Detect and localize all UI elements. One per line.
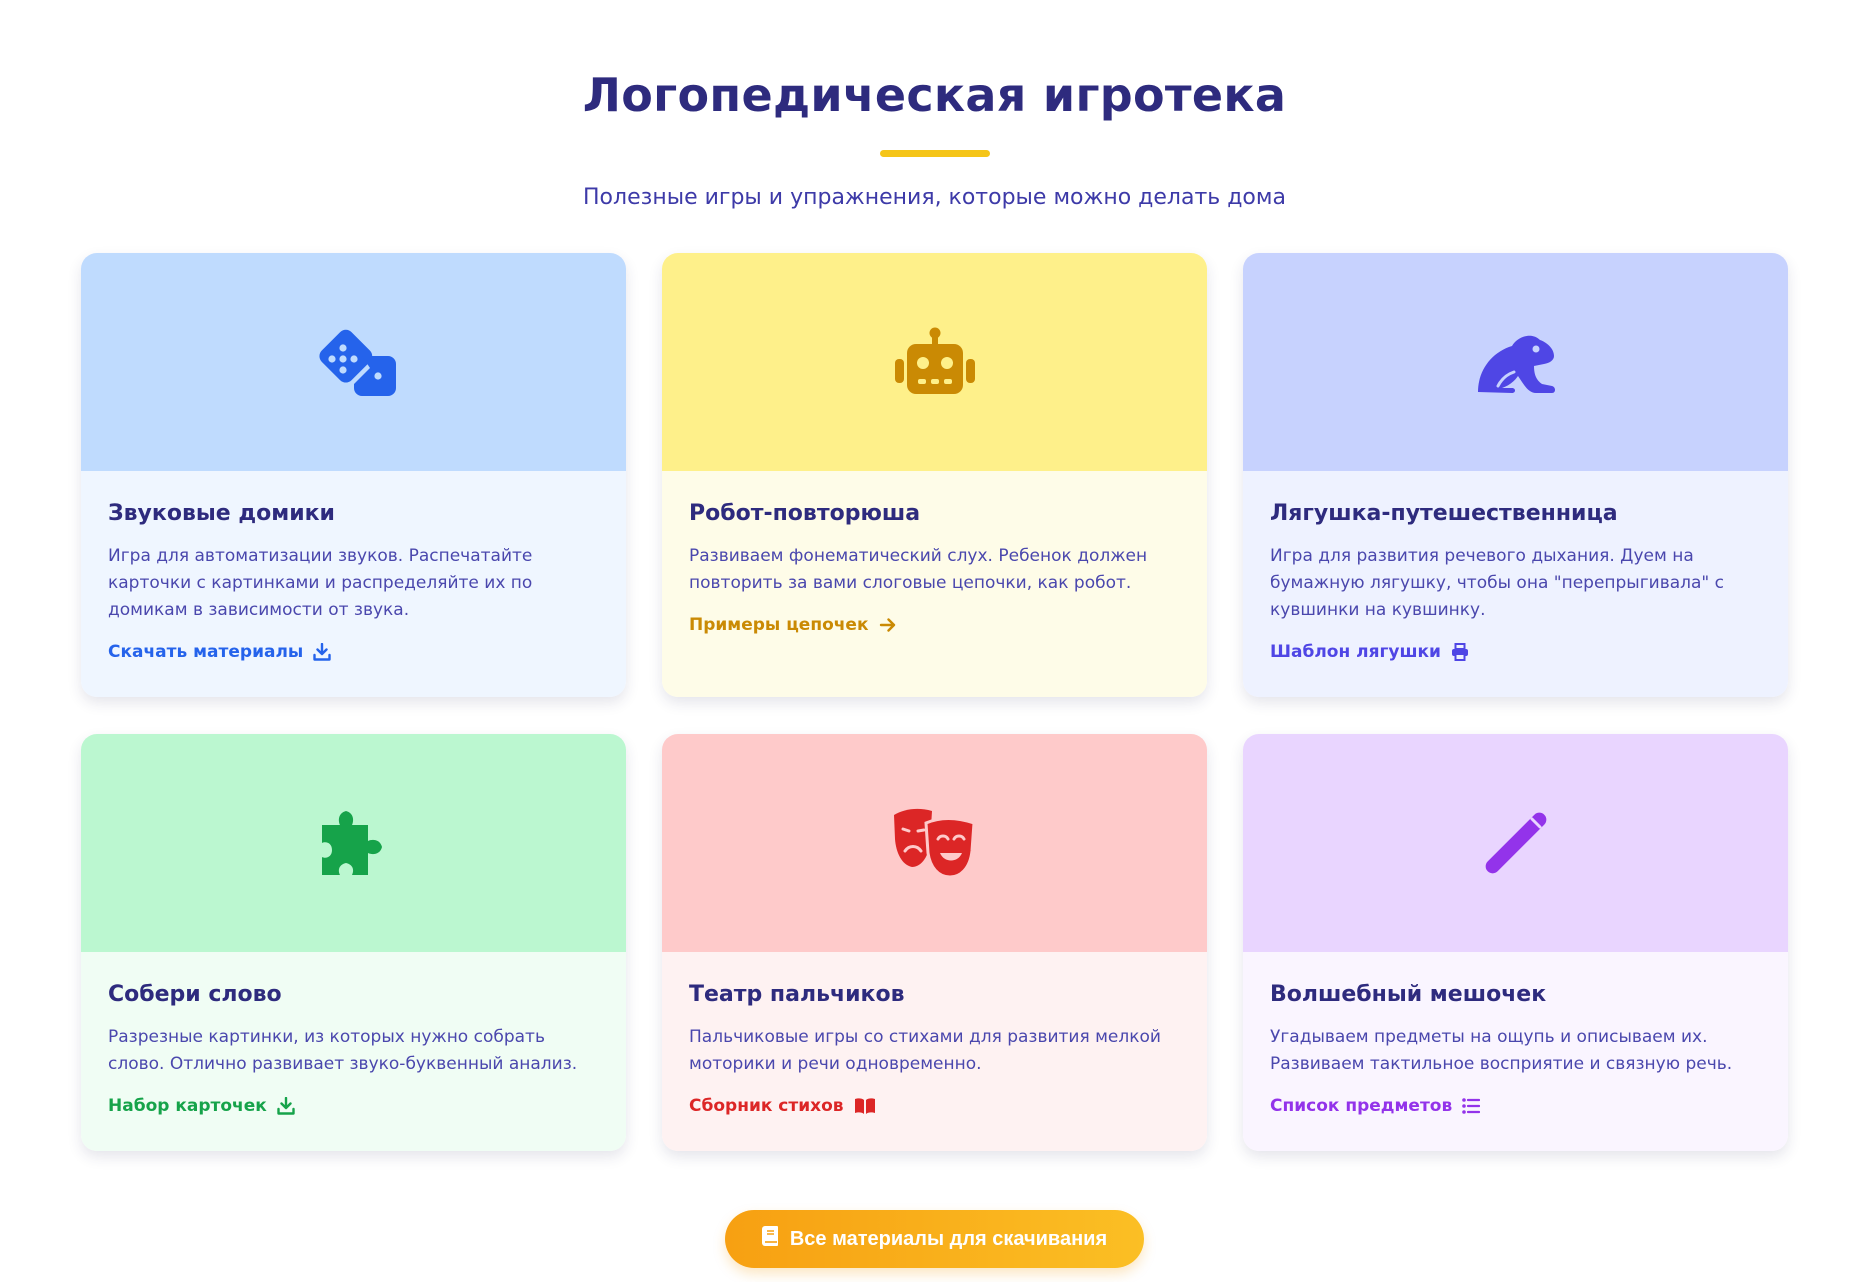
cta-wrap: Все материалы для скачивания bbox=[0, 1210, 1869, 1268]
download-icon bbox=[277, 1097, 295, 1116]
card-body: Волшебный мешочек Угадываем предметы на … bbox=[1243, 952, 1788, 1151]
frog-icon bbox=[1476, 330, 1556, 394]
card-description: Пальчиковые игры со стихами для развития… bbox=[689, 1027, 1161, 1075]
card-body: Робот-повторюша Развиваем фонематический… bbox=[662, 471, 1207, 697]
poems-collection-link[interactable]: Сборник стихов bbox=[689, 1096, 876, 1116]
game-card-finger-theater: Театр пальчиков Пальчиковые игры со стих… bbox=[662, 734, 1207, 1151]
card-title: Театр пальчиков bbox=[689, 982, 905, 1007]
link-label: Сборник стихов bbox=[689, 1096, 844, 1117]
theater-masks-icon bbox=[890, 807, 980, 879]
game-card-frog: Лягушка-путешественница Игра для развити… bbox=[1243, 253, 1788, 697]
card-illustration bbox=[1243, 253, 1788, 471]
link-label: Скачать материалы bbox=[108, 642, 304, 663]
card-description: Игра для автоматизации звуков. Распечата… bbox=[108, 546, 533, 621]
card-title: Волшебный мешочек bbox=[1270, 982, 1547, 1007]
link-label: Список предметов bbox=[1270, 1096, 1453, 1117]
puzzle-icon bbox=[318, 807, 390, 879]
game-card-magic-bag: Волшебный мешочек Угадываем предметы на … bbox=[1243, 734, 1788, 1151]
link-label: Примеры цепочек bbox=[689, 615, 869, 636]
list-icon bbox=[1462, 1098, 1481, 1115]
print-icon bbox=[1451, 643, 1469, 662]
link-label: Набор карточек bbox=[108, 1096, 267, 1117]
page-header: Логопедическая игротека Полезные игры и … bbox=[0, 0, 1869, 209]
card-body: Лягушка-путешественница Игра для развити… bbox=[1243, 471, 1788, 697]
magic-wand-icon bbox=[1478, 805, 1554, 881]
dice-icon bbox=[312, 328, 396, 396]
book-open-icon bbox=[854, 1098, 876, 1115]
card-illustration bbox=[81, 734, 626, 952]
card-description: Разрезные картинки, из которых нужно соб… bbox=[108, 1027, 578, 1075]
download-icon bbox=[313, 643, 331, 662]
card-illustration bbox=[1243, 734, 1788, 952]
book-icon bbox=[761, 1226, 778, 1252]
link-label: Шаблон лягушки bbox=[1270, 642, 1441, 663]
game-card-robot: Робот-повторюша Развиваем фонематический… bbox=[662, 253, 1207, 697]
download-materials-link[interactable]: Скачать материалы bbox=[108, 642, 331, 662]
card-title: Звуковые домики bbox=[108, 501, 335, 526]
card-set-link[interactable]: Набор карточек bbox=[108, 1096, 295, 1116]
card-illustration bbox=[81, 253, 626, 471]
robot-icon bbox=[891, 327, 979, 397]
card-body: Собери слово Разрезные картинки, из кото… bbox=[81, 952, 626, 1151]
arrow-right-icon bbox=[879, 617, 897, 633]
card-description: Угадываем предметы на ощупь и описываем … bbox=[1270, 1027, 1733, 1075]
games-grid: Звуковые домики Игра для автоматизации з… bbox=[81, 253, 1788, 1151]
page-title: Логопедическая игротека bbox=[582, 68, 1287, 122]
game-card-sound-houses: Звуковые домики Игра для автоматизации з… bbox=[81, 253, 626, 697]
card-description: Игра для развития речевого дыхания. Дуем… bbox=[1270, 546, 1725, 621]
card-illustration bbox=[662, 253, 1207, 471]
frog-template-link[interactable]: Шаблон лягушки bbox=[1270, 642, 1469, 662]
title-underline bbox=[879, 150, 990, 157]
card-body: Звуковые домики Игра для автоматизации з… bbox=[81, 471, 626, 697]
page: Логопедическая игротека Полезные игры и … bbox=[0, 0, 1869, 1282]
card-description: Развиваем фонематический слух. Ребенок д… bbox=[689, 546, 1148, 594]
card-illustration bbox=[662, 734, 1207, 952]
all-materials-button[interactable]: Все материалы для скачивания bbox=[724, 1210, 1145, 1268]
card-body: Театр пальчиков Пальчиковые игры со стих… bbox=[662, 952, 1207, 1151]
all-materials-label: Все материалы для скачивания bbox=[789, 1227, 1108, 1250]
chain-examples-link[interactable]: Примеры цепочек bbox=[689, 615, 897, 635]
card-title: Робот-повторюша bbox=[689, 501, 921, 526]
page-subtitle: Полезные игры и упражнения, которые можн… bbox=[583, 185, 1286, 210]
card-title: Лягушка-путешественница bbox=[1270, 501, 1618, 526]
game-card-build-word: Собери слово Разрезные картинки, из кото… bbox=[81, 734, 626, 1151]
card-title: Собери слово bbox=[108, 982, 282, 1007]
items-list-link[interactable]: Список предметов bbox=[1270, 1096, 1481, 1117]
